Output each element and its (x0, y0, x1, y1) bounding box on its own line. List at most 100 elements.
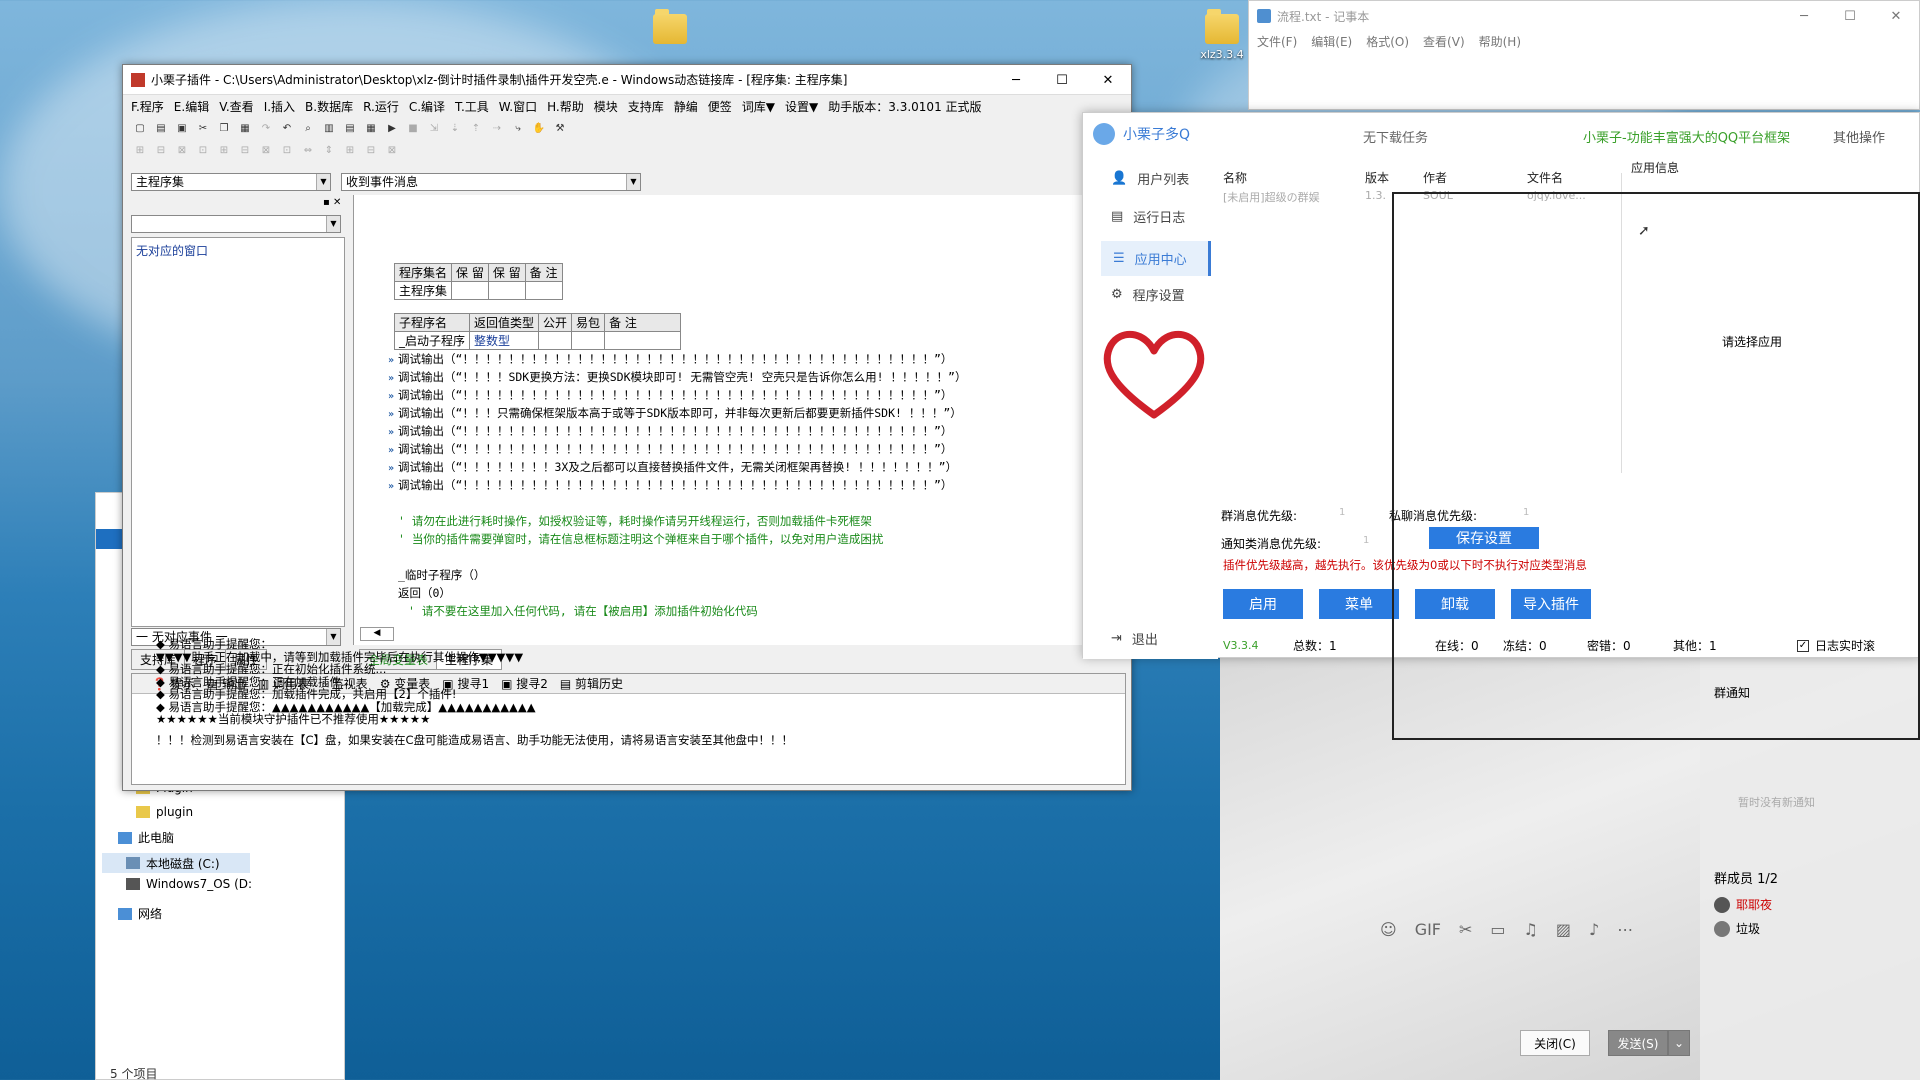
send-button[interactable]: 发送(S) (1608, 1030, 1668, 1056)
menu-insert[interactable]: I.插入 (264, 98, 295, 115)
menu-help[interactable]: H.帮助 (547, 98, 584, 115)
undo-icon[interactable]: ↶ (278, 120, 296, 136)
align-bottom-icon[interactable]: ⊟ (236, 142, 254, 158)
align-mid-icon[interactable]: ⊞ (215, 142, 233, 158)
menu-help[interactable]: 帮助(H) (1479, 33, 1521, 50)
menu-module[interactable]: 模块 (594, 98, 618, 115)
menu-static-compile[interactable]: 静编 (674, 98, 698, 115)
copy-icon[interactable]: ❐ (215, 120, 233, 136)
menu-edit[interactable]: E.编辑 (174, 98, 209, 115)
gif-icon[interactable]: GIF (1415, 920, 1441, 939)
sub-temp-line[interactable]: _临时子程序（） (398, 567, 485, 583)
menu-dictionary[interactable]: 词库▼ (742, 98, 775, 115)
nav-item-d-drive[interactable]: Windows7_OS (D: (126, 877, 252, 891)
plugin-manager-window[interactable]: 小栗子多Q 👤 用户列表 ▤ 运行日志 ☰ 应用中心 ⚙ 程序设置 ⇥ 退出 无下载任务 … (1082, 112, 1920, 659)
member-item[interactable]: 垃圾 (1714, 920, 1760, 937)
notepad-window[interactable]: 流程.txt - 记事本 ─ ☐ ✕ 文件(F) 编辑(E) 格式(O) 查看(… (1248, 0, 1920, 110)
code-line[interactable]: » 调试输出（“！！！！SDK更换方法：更换SDK模块即可! 无需管空壳! 空壳只… (388, 369, 966, 385)
menu-notes[interactable]: 便签 (708, 98, 732, 115)
menu-edit[interactable]: 编辑(E) (1311, 33, 1352, 50)
enable-button[interactable]: 启用 (1223, 589, 1303, 619)
find-icon[interactable]: ⌕ (299, 120, 317, 136)
group-priority-input[interactable]: 1 (1339, 507, 1345, 518)
new-icon[interactable]: ▢ (131, 120, 149, 136)
menu-file[interactable]: 文件(F) (1257, 33, 1297, 50)
plugin-row-file[interactable]: ojqy.love... (1527, 189, 1586, 202)
close-button[interactable]: ✕ (1873, 1, 1919, 31)
stop-icon[interactable]: ■ (404, 120, 422, 136)
desktop-folder-icon[interactable] (640, 9, 700, 48)
menu-view[interactable]: V.查看 (219, 98, 253, 115)
table-cell[interactable] (487, 281, 526, 300)
tool-icon[interactable]: ⚒ (551, 120, 569, 136)
step-over-icon[interactable]: ⇢ (488, 120, 506, 136)
emoji-icon[interactable]: ☺ (1380, 920, 1397, 939)
desktop-xlz-icon[interactable]: xlz3.3.4 (1192, 9, 1252, 61)
scissors-icon[interactable]: ✂ (1459, 920, 1472, 939)
comment-line[interactable]: ' 请不要在这里加入任何代码, 请在【被启用】添加插件初始化代码 (408, 603, 758, 619)
align-left-icon[interactable]: ⊞ (131, 142, 149, 158)
send-options-button[interactable]: ⌄ (1668, 1030, 1690, 1056)
close-chat-button[interactable]: 关闭(C) (1520, 1030, 1590, 1056)
menu-settings[interactable]: 设置▼ (785, 98, 818, 115)
menu-button[interactable]: 菜单 (1319, 589, 1399, 619)
redo-icon[interactable]: ↷ (257, 120, 275, 136)
comment-line[interactable]: ' 请勿在此进行耗时操作，如授权验证等，耗时操作请另开线程运行，否则加载插件卡死… (398, 513, 872, 529)
table-cell[interactable] (571, 331, 606, 350)
code-line[interactable]: » 调试输出（“！！！！！！！！！！！！！！！！！！！！！！！！！！！！！！！！！… (388, 387, 952, 403)
comment-line[interactable]: ' 当你的插件需要弹窗时，请在信息框标题注明这个弹框来自于哪个插件，以免对用户造… (398, 531, 883, 547)
layout3-icon[interactable]: ▦ (362, 120, 380, 136)
save-settings-button[interactable]: 保存设置 (1429, 527, 1539, 549)
log-realtime-toggle[interactable]: ✓ 日志实时滚 (1797, 637, 1875, 654)
hspace-icon[interactable]: ⇔ (299, 142, 317, 158)
menu-window[interactable]: W.窗口 (499, 98, 537, 115)
member-item[interactable]: 耶耶夜 (1714, 896, 1772, 913)
image-icon[interactable]: ▨ (1556, 920, 1571, 939)
menu-compile[interactable]: C.编译 (409, 98, 445, 115)
folder-icon[interactable]: ▭ (1490, 920, 1505, 939)
code-line[interactable]: » 调试输出（“！！！只需确保框架版本高于或等于SDK版本即可，并非每次更新后都要… (388, 405, 962, 421)
cursor-icon[interactable]: ⤷ (509, 120, 527, 136)
menu-database[interactable]: B.数据库 (305, 98, 353, 115)
same-width-icon[interactable]: ⊠ (257, 142, 275, 158)
menu-format[interactable]: 格式(O) (1366, 33, 1409, 50)
menu-support-lib[interactable]: 支持库 (628, 98, 664, 115)
center-v-icon[interactable]: ⊟ (362, 142, 380, 158)
music-icon[interactable]: ♫ (1524, 920, 1538, 939)
event-select[interactable]: 收到事件消息 ▼ (341, 173, 641, 191)
nav-item-plugin2[interactable]: plugin (136, 805, 193, 819)
maximize-button[interactable]: ☐ (1039, 65, 1085, 95)
step-icon[interactable]: ⇲ (425, 120, 443, 136)
more-icon[interactable]: ⋯ (1617, 920, 1633, 939)
table-cell[interactable]: _启动子程序 (393, 331, 471, 350)
align-right-icon[interactable]: ⊠ (173, 142, 191, 158)
step-out-icon[interactable]: ⇡ (467, 120, 485, 136)
menu-program[interactable]: F.程序 (131, 98, 164, 115)
nav-item-network[interactable]: 网络 (118, 905, 162, 922)
table-cell[interactable]: 整数型 (469, 331, 540, 350)
open-icon[interactable]: ▤ (152, 120, 170, 136)
return-line[interactable]: 返回（0） (398, 585, 451, 601)
hand-icon[interactable]: ✋ (530, 120, 548, 136)
table-cell[interactable] (524, 281, 563, 300)
code-line[interactable]: » 调试输出（“！！！！！！！！！！！！！！！！！！！！！！！！！！！！！！！！！… (388, 423, 952, 439)
window-select[interactable]: ▼ (131, 215, 341, 233)
code-line[interactable]: » 调试输出（“！！！！！！！！3X及之后都可以直接替换插件文件，无需关闭框架再替… (388, 459, 957, 475)
code-line[interactable]: » 调试输出（“！！！！！！！！！！！！！！！！！！！！！！！！！！！！！！！！！… (388, 477, 952, 493)
nav-settings[interactable]: ⚙ 程序设置 (1111, 285, 1185, 304)
table-cell[interactable]: 主程序集 (393, 281, 453, 300)
close-button[interactable]: ✕ (1085, 65, 1131, 95)
window-list[interactable]: 无对应的窗口 (131, 237, 345, 627)
table-cell[interactable] (451, 281, 489, 300)
step-into-icon[interactable]: ⇣ (446, 120, 464, 136)
assembly-select[interactable]: 主程序集 ▼ (131, 173, 331, 191)
paste-icon[interactable]: ▦ (236, 120, 254, 136)
checkbox[interactable]: ✓ (1797, 639, 1809, 652)
plugin-row-author[interactable]: SOUL (1423, 189, 1453, 202)
other-ops-button[interactable]: 其他操作 (1833, 127, 1885, 146)
nav-run-log[interactable]: ▤ 运行日志 (1111, 207, 1185, 226)
menu-run[interactable]: R.运行 (363, 98, 399, 115)
menu-view[interactable]: 查看(V) (1423, 33, 1465, 50)
logout-button[interactable]: ⇥ 退出 (1111, 629, 1158, 648)
nav-app-center[interactable]: ☰ 应用中心 (1101, 241, 1211, 276)
